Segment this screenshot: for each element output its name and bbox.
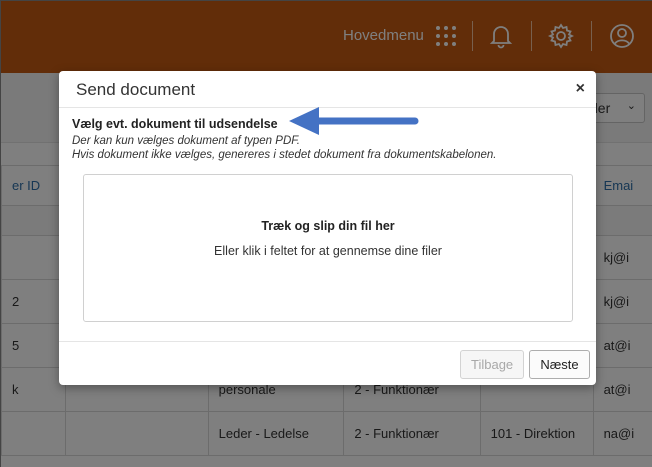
dialog-footer: Tilbage Næste: [59, 341, 596, 385]
annotation-arrow-icon: [289, 107, 419, 135]
hint-line: Hvis dokument ikke vælges, genereres i s…: [72, 149, 497, 161]
file-dropzone[interactable]: Træk og slip din fil her Eller klik i fe…: [83, 174, 573, 322]
dialog-title: Send document: [76, 80, 196, 99]
dropzone-subtitle: Eller klik i feltet for at gennemse dine…: [214, 244, 442, 258]
back-button[interactable]: Tilbage: [460, 350, 524, 379]
close-icon[interactable]: ×: [576, 80, 585, 98]
next-button[interactable]: Næste: [529, 350, 590, 379]
dropzone-title: Træk og slip din fil her: [261, 219, 395, 233]
